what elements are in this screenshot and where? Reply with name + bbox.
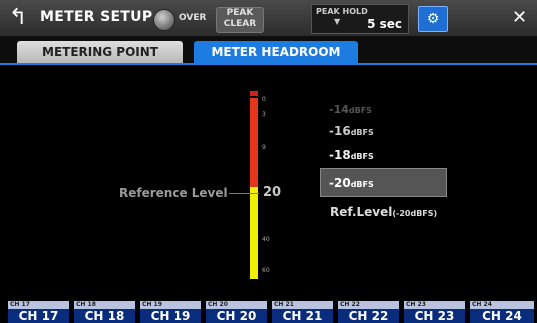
channel-big-label: CH 24 — [482, 309, 522, 323]
option-unit: dBFS — [348, 106, 372, 115]
channel-small-label: CH 21 — [272, 301, 333, 309]
headroom-option-16[interactable]: -16dBFS — [329, 124, 374, 138]
meter-yellow-zone — [250, 187, 258, 279]
meter-panel: 0 3 9 40 60 Reference Level 20 -14dBFS -… — [0, 65, 537, 297]
peak-clear-label-1: PEAK — [226, 8, 254, 18]
channel-big-label: CH 19 — [150, 309, 191, 323]
tab-bar: METERING POINT METER HEADROOM — [0, 37, 537, 65]
meter-tick-3: 3 — [262, 111, 266, 118]
reference-level-line — [229, 193, 259, 194]
over-led-icon — [153, 9, 175, 31]
channel-big-label: CH 21 — [282, 309, 323, 323]
option-value: -14 — [329, 103, 349, 116]
close-icon[interactable]: ✕ — [512, 7, 527, 28]
peak-clear-label-2: CLEAR — [223, 19, 257, 29]
channel-small-label: CH 23 — [404, 301, 465, 309]
reference-level-value: 20 — [263, 185, 282, 200]
meter-tick-60: 60 — [262, 267, 270, 274]
chevron-down-icon: ▼ — [334, 17, 341, 26]
channel-small-label: CH 17 — [8, 301, 69, 309]
channel-ch21[interactable]: CH 21 CH 21 — [272, 301, 336, 323]
tab-metering-point[interactable]: METERING POINT — [17, 41, 183, 63]
peak-hold-selector[interactable]: PEAK HOLD ▼ 5 sec — [311, 4, 409, 34]
gear-icon[interactable]: ⚙ — [418, 6, 448, 32]
channel-ch18[interactable]: CH 18 CH 18 — [74, 301, 138, 323]
channel-small-label: CH 22 — [338, 301, 399, 309]
channel-ch20[interactable]: CH 20 CH 20 — [206, 301, 270, 323]
channel-small-label: CH 19 — [140, 301, 201, 309]
channel-ch19[interactable]: CH 19 CH 19 — [140, 301, 204, 323]
top-bar: ↰ METER SETUP OVER PEAK CLEAR PEAK HOLD … — [0, 0, 537, 37]
peak-clear-button[interactable]: PEAK CLEAR — [216, 7, 264, 33]
channel-big-label: CH 23 — [414, 309, 455, 323]
headroom-option-14[interactable]: -14dBFS — [329, 103, 372, 116]
selected-option-text: -20dBFS — [329, 176, 374, 190]
option-unit: dBFS — [350, 152, 374, 161]
meter-red-zone — [250, 98, 258, 187]
channel-small-label: CH 24 — [470, 301, 534, 309]
option-unit: dBFS — [350, 180, 374, 189]
channel-ch24[interactable]: CH 24 CH 24 — [470, 301, 534, 323]
channel-ch22[interactable]: CH 22 CH 22 — [338, 301, 402, 323]
peak-hold-label: PEAK HOLD — [316, 7, 368, 16]
channel-ch17[interactable]: CH 17 CH 17 — [8, 301, 72, 323]
channel-big-label: CH 17 — [18, 309, 59, 323]
option-value: -20 — [329, 176, 351, 190]
channel-small-label: CH 18 — [74, 301, 135, 309]
meter-tick-0: 0 — [262, 96, 266, 103]
channel-big-label: CH 18 — [84, 309, 125, 323]
peak-hold-value: 5 sec — [367, 17, 402, 31]
page-title: METER SETUP — [40, 9, 153, 25]
over-label: OVER — [179, 13, 207, 23]
channel-big-label: CH 22 — [348, 309, 389, 323]
meter-tick-9: 9 — [262, 144, 266, 151]
channel-bar: CH 17 CH 17 CH 18 CH 18 CH 19 CH 19 CH 20 CH… — [0, 301, 537, 323]
meter-tick-40: 40 — [262, 236, 270, 243]
channel-big-label: CH 20 — [216, 309, 257, 323]
tab-meter-headroom[interactable]: METER HEADROOM — [194, 41, 358, 63]
reference-level-label: Reference Level — [119, 186, 228, 200]
option-unit: dBFS — [350, 128, 374, 137]
headroom-option-18[interactable]: -18dBFS — [329, 148, 374, 162]
ref-level-option[interactable]: Ref.Level(-20dBFS) — [330, 205, 437, 219]
headroom-option-20-selected[interactable]: -20dBFS — [320, 168, 447, 197]
ref-level-label: Ref.Level — [330, 205, 393, 219]
back-arrow-icon[interactable]: ↰ — [6, 5, 30, 31]
option-value: -16 — [329, 124, 351, 138]
meter-over-segment — [250, 91, 258, 96]
ref-level-suffix: (-20dBFS) — [392, 209, 438, 218]
option-value: -18 — [329, 148, 351, 162]
channel-small-label: CH 20 — [206, 301, 267, 309]
channel-ch23[interactable]: CH 23 CH 23 — [404, 301, 468, 323]
